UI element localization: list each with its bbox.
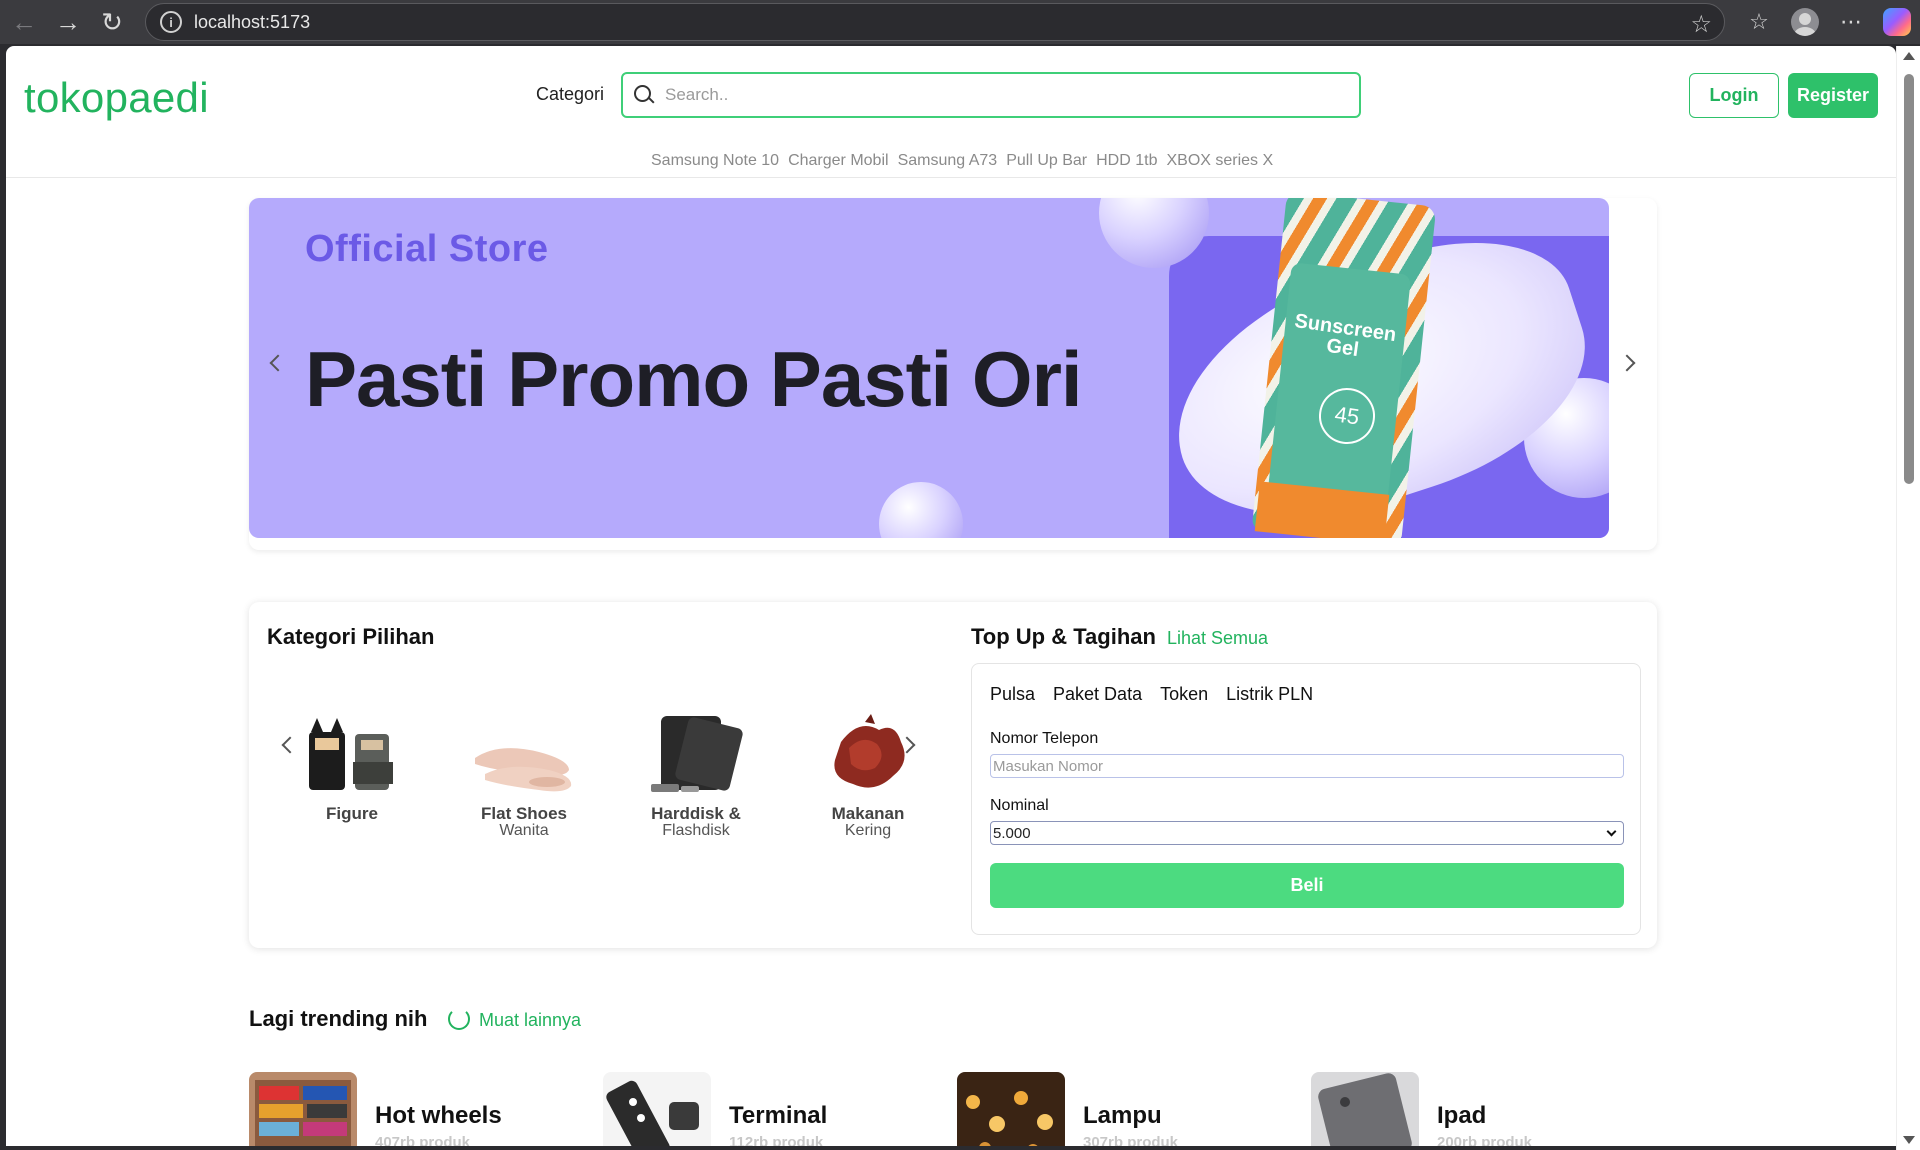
trending-card-ipad[interactable]: Ipad 200rb produk	[1311, 1072, 1651, 1146]
nominal-select[interactable]: 5.000	[990, 821, 1624, 845]
suggestion-link[interactable]: Samsung A73	[898, 152, 998, 170]
phone-label: Nomor Telepon	[990, 730, 1099, 747]
kategori-item-makanan[interactable]: Makanan Kering	[793, 712, 943, 839]
tab-pulsa[interactable]: Pulsa	[990, 684, 1035, 705]
trending-count: 200rb produk	[1437, 1134, 1533, 1146]
phone-input[interactable]: Masukan Nomor	[990, 754, 1624, 778]
suggestion-link[interactable]: XBOX series X	[1166, 152, 1273, 170]
search-input[interactable]	[665, 85, 1345, 105]
address-url[interactable]: localhost:5173	[194, 12, 310, 33]
banner-store-label: Official Store	[305, 228, 549, 270]
dried-food-image	[813, 712, 923, 802]
decor-sphere	[879, 482, 963, 538]
kategori-sub: Kering	[844, 822, 892, 839]
kategori-name: Harddisk &	[651, 804, 741, 823]
register-button[interactable]: Register	[1788, 73, 1878, 118]
page-viewport: tokopaedi Categori Login Register Samsun…	[6, 46, 1896, 1146]
search-icon	[633, 84, 655, 106]
login-button[interactable]: Login	[1689, 73, 1779, 118]
trending-count: 307rb produk	[1083, 1134, 1179, 1146]
more-menu-icon[interactable]: ⋯	[1828, 2, 1874, 42]
trending-name: Hot wheels	[375, 1102, 502, 1129]
scroll-up-icon[interactable]	[1903, 52, 1915, 60]
ipad-image	[1311, 1072, 1419, 1146]
kategori-title: Kategori Pilihan	[267, 624, 435, 649]
site-info-icon[interactable]: i	[160, 11, 182, 33]
kategori-item-flat-shoes[interactable]: Flat Shoes Wanita	[449, 712, 599, 839]
tab-token[interactable]: Token	[1160, 684, 1208, 705]
kategori-name: Figure	[326, 804, 378, 823]
scroll-thumb[interactable]	[1904, 74, 1914, 484]
refresh-icon[interactable]	[448, 1008, 470, 1030]
kategori-item-figure[interactable]: Figure	[277, 712, 427, 822]
category-menu[interactable]: Categori	[536, 84, 604, 105]
harddisk-image	[641, 712, 751, 802]
nominal-label: Nominal	[990, 797, 1049, 814]
topup-tabs: Pulsa Paket Data Token Listrik PLN	[990, 684, 1313, 705]
address-bar[interactable]: i localhost:5173 ☆	[145, 3, 1725, 41]
search-suggestions: Samsung Note 10 Charger Mobil Samsung A7…	[651, 152, 1273, 170]
banner-headline: Pasti Promo Pasti Ori	[305, 335, 1083, 423]
kategori-item-harddisk[interactable]: Harddisk & Flashdisk	[621, 712, 771, 839]
carousel-next-icon[interactable]	[1618, 353, 1639, 373]
kategori-name: Makanan	[831, 804, 905, 823]
trending-name: Lampu	[1083, 1102, 1162, 1129]
kategori-sub: Wanita	[499, 822, 549, 839]
flat-shoes-image	[469, 712, 579, 802]
promo-banner[interactable]: Sunscreen Gel 45 Official Store Pasti Pr…	[249, 198, 1609, 538]
category-topup-card: Kategori Pilihan Figure Flat Shoes Wanit…	[249, 602, 1657, 948]
tab-paket-data[interactable]: Paket Data	[1053, 684, 1142, 705]
search-box[interactable]	[621, 72, 1361, 118]
terminal-image	[603, 1072, 711, 1146]
trending-count: 407rb produk	[375, 1134, 471, 1146]
scroll-down-icon[interactable]	[1903, 1136, 1915, 1144]
site-header: tokopaedi Categori Login Register Samsun…	[6, 46, 1896, 178]
tab-listrik-pln[interactable]: Listrik PLN	[1226, 684, 1313, 705]
reload-icon[interactable]: ↻	[90, 2, 134, 42]
chevron-down-icon	[1606, 826, 1617, 837]
topup-form: Pulsa Paket Data Token Listrik PLN Nomor…	[971, 663, 1641, 935]
topup-see-all-link[interactable]: Lihat Semua	[1167, 628, 1268, 649]
site-logo[interactable]: tokopaedi	[24, 74, 209, 122]
suggestion-link[interactable]: HDD 1tb	[1096, 152, 1157, 170]
lampu-image	[957, 1072, 1065, 1146]
nominal-value: 5.000	[993, 824, 1031, 842]
kategori-name: Flat Shoes	[481, 804, 567, 823]
buy-button[interactable]: Beli	[990, 863, 1624, 908]
suggestion-link[interactable]: Pull Up Bar	[1006, 152, 1087, 170]
trending-name: Terminal	[729, 1102, 828, 1129]
favorite-star-icon[interactable]: ☆	[1690, 10, 1712, 39]
load-more-link[interactable]: Muat lainnya	[479, 1010, 581, 1031]
kategori-sub: Flashdisk	[662, 822, 730, 839]
profile-button[interactable]	[1782, 2, 1828, 42]
suggestion-link[interactable]: Samsung Note 10	[651, 152, 779, 170]
trending-card-hot-wheels[interactable]: Hot wheels 407rb produk	[249, 1072, 589, 1146]
forward-arrow-icon[interactable]: →	[46, 2, 90, 42]
copilot-icon	[1883, 8, 1911, 36]
browser-toolbar: ← → ↻ i localhost:5173 ☆ ☆ ⋯	[0, 0, 1920, 44]
trending-title: Lagi trending nih	[249, 1006, 428, 1031]
page-scrollbar[interactable]	[1896, 46, 1920, 1150]
topup-title: Top Up & Tagihan	[971, 624, 1156, 649]
trending-card-terminal[interactable]: Terminal 112rb produk	[603, 1072, 943, 1146]
carousel-prev-icon[interactable]	[267, 353, 287, 373]
hot-wheels-image	[249, 1072, 357, 1146]
trending-card-lampu[interactable]: Lampu 307rb produk	[957, 1072, 1297, 1146]
copilot-button[interactable]	[1874, 2, 1920, 42]
figure-image	[297, 712, 407, 802]
back-arrow-icon[interactable]: ←	[2, 2, 46, 42]
trending-name: Ipad	[1437, 1102, 1487, 1129]
profile-avatar-icon	[1791, 8, 1819, 36]
suggestion-link[interactable]: Charger Mobil	[788, 152, 888, 170]
promo-carousel: Sunscreen Gel 45 Official Store Pasti Pr…	[249, 198, 1657, 550]
trending-count: 112rb produk	[729, 1134, 824, 1146]
favorites-icon[interactable]: ☆	[1736, 2, 1782, 42]
